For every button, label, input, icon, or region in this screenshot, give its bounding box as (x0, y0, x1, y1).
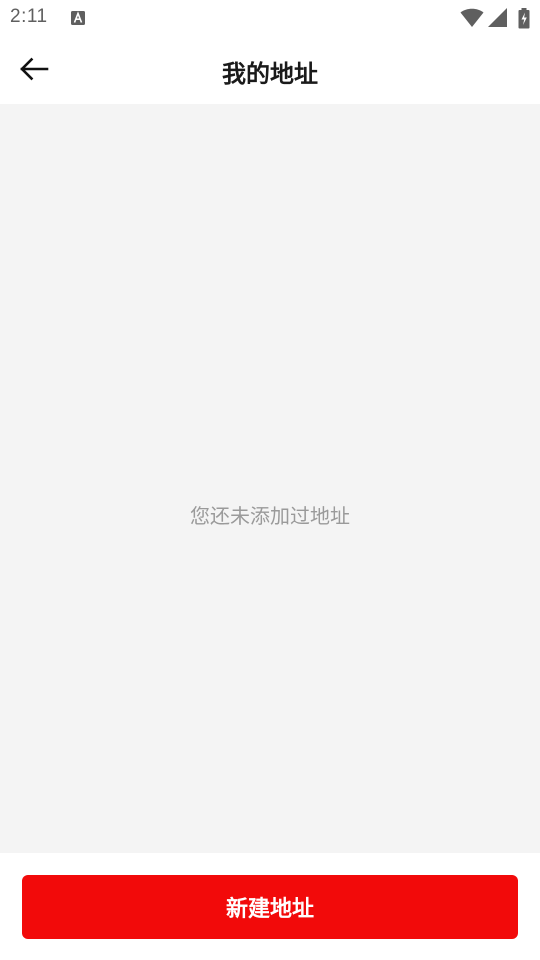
app-bar: 我的地址 (0, 36, 540, 104)
status-bar: 2:11 (0, 0, 540, 36)
battery-charging-icon (518, 7, 530, 28)
bottom-bar: 新建地址 (0, 853, 540, 960)
empty-state-message: 您还未添加过地址 (190, 504, 350, 528)
notification-a-icon (71, 11, 85, 25)
cellular-signal-icon (488, 8, 507, 27)
status-time: 2:11 (10, 6, 48, 27)
address-list-area: 您还未添加过地址 (0, 104, 540, 853)
wifi-icon (460, 8, 484, 27)
add-address-button[interactable]: 新建地址 (22, 875, 518, 939)
status-icons (460, 7, 530, 29)
page-title: 我的地址 (222, 60, 318, 88)
